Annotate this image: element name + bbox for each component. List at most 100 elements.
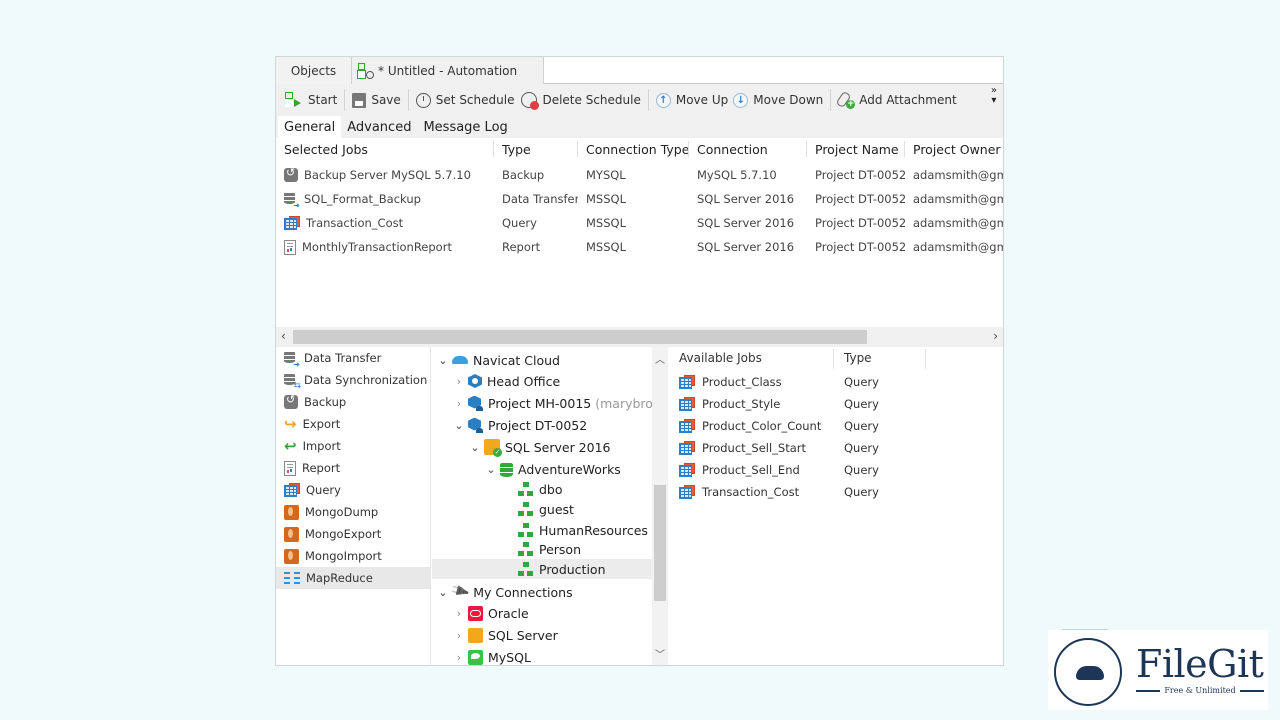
sql-server-connected-icon xyxy=(484,439,502,457)
job-picker: Data Transfer Data Synchronization Backu… xyxy=(276,347,1003,665)
save-button[interactable]: Save xyxy=(347,86,405,114)
table-row[interactable]: MonthlyTransactionReport Report MSSQL SQ… xyxy=(276,235,1003,259)
subtab-advanced[interactable]: Advanced xyxy=(341,117,417,138)
scroll-left-icon[interactable]: ‹ xyxy=(281,329,286,343)
mongoimport-icon xyxy=(284,548,299,564)
import-icon: ↩ xyxy=(284,437,297,455)
chevron-right-icon[interactable]: › xyxy=(452,651,466,664)
toolbar-separator xyxy=(830,89,832,111)
chevron-right-icon[interactable]: › xyxy=(452,629,466,642)
subtab-message-log[interactable]: Message Log xyxy=(417,117,513,138)
job-type-import[interactable]: ↩ Import xyxy=(276,435,430,457)
start-button[interactable]: Start xyxy=(280,86,342,114)
table-row[interactable]: Backup Server MySQL 5.7.10 Backup MYSQL … xyxy=(276,163,1003,187)
delete-schedule-button[interactable]: Delete Schedule xyxy=(519,86,645,114)
tree-node-schema-selected[interactable]: Production xyxy=(432,559,652,579)
list-item[interactable]: Product_Sell_Start Query xyxy=(669,437,879,459)
table-row[interactable]: Transaction_Cost Query MSSQL SQL Server … xyxy=(276,211,1003,235)
chevron-down-icon[interactable]: ⌄ xyxy=(452,419,466,432)
tree-node-schema[interactable]: Person xyxy=(516,539,581,559)
column-header-selected-jobs[interactable]: Selected Jobs xyxy=(276,138,494,160)
move-down-button[interactable]: ↓ Move Down xyxy=(733,86,828,114)
horizontal-scrollbar[interactable]: ‹ › xyxy=(276,327,1003,347)
chevron-down-icon[interactable]: ⌄ xyxy=(468,441,482,454)
scrollbar-thumb[interactable] xyxy=(293,330,867,344)
tree-node-project-dt-0052[interactable]: ⌄ Project DT-0052 xyxy=(452,415,587,435)
list-item[interactable]: Product_Color_Count Query xyxy=(669,415,879,437)
project-icon xyxy=(468,418,483,433)
toolbar-overflow-button[interactable]: » ▾ xyxy=(991,86,997,106)
scrollbar-thumb[interactable] xyxy=(654,485,666,601)
tree-node-schema[interactable]: guest xyxy=(516,499,574,519)
job-type-list: Data Transfer Data Synchronization Backu… xyxy=(276,347,431,665)
tree-node-head-office[interactable]: › Head Office xyxy=(452,371,560,391)
job-type-mapreduce[interactable]: MapReduce xyxy=(276,567,430,589)
query-icon xyxy=(679,463,695,477)
tree-node-sql-server[interactable]: › SQL Server xyxy=(452,625,558,645)
chevron-right-icon[interactable]: › xyxy=(452,397,466,410)
sql-server-icon xyxy=(468,627,483,643)
job-type-mongoexport[interactable]: MongoExport xyxy=(276,523,430,545)
chevron-right-icon[interactable]: › xyxy=(452,607,466,620)
job-type-mongodump[interactable]: MongoDump xyxy=(276,501,430,523)
backup-icon xyxy=(284,168,298,182)
tree-node-project-mh-0015[interactable]: ›Project MH-0015(marybrow xyxy=(452,393,652,413)
delete-schedule-icon xyxy=(521,92,540,110)
clock-icon xyxy=(415,92,431,108)
report-icon xyxy=(284,239,296,255)
tree-node-schema[interactable]: HumanResources xyxy=(516,520,648,540)
tree-node-navicat-cloud[interactable]: ⌄ Navicat Cloud xyxy=(436,350,560,370)
column-header-type[interactable]: Type xyxy=(494,138,578,160)
column-header-project-name[interactable]: Project Name xyxy=(807,138,905,160)
connection-tree: ⌄ Navicat Cloud › Head Office › Project MH-… xyxy=(432,347,652,665)
table-header: Available Jobs Type xyxy=(669,347,926,369)
job-type-query[interactable]: Query xyxy=(276,479,430,501)
job-type-backup[interactable]: Backup xyxy=(276,391,430,413)
tree-node-mysql[interactable]: › MySQL xyxy=(452,647,531,665)
tree-node-my-connections[interactable]: ⌄ 🔌 My Connections xyxy=(436,581,572,602)
scroll-up-icon[interactable]: ︿ xyxy=(655,351,665,366)
column-header-available-jobs[interactable]: Available Jobs xyxy=(669,347,834,369)
filegit-watermark: FileGit Free & Unlimited xyxy=(1048,630,1268,710)
column-header-project-owner[interactable]: Project Owner N xyxy=(905,138,1003,160)
job-type-data-transfer[interactable]: Data Transfer xyxy=(276,347,430,369)
mongoexport-icon xyxy=(284,526,299,542)
available-jobs-table: Available Jobs Type Product_Class Query P… xyxy=(669,347,1003,665)
scroll-down-icon[interactable]: ﹀ xyxy=(655,646,665,661)
list-item[interactable]: Transaction_Cost Query xyxy=(669,481,879,503)
job-type-data-synchronization[interactable]: Data Synchronization xyxy=(276,369,430,391)
watermark-brand: FileGit xyxy=(1136,642,1264,686)
add-attachment-button[interactable]: Add Attachment xyxy=(833,86,961,114)
list-item[interactable]: Product_Class Query xyxy=(669,371,879,393)
set-schedule-button[interactable]: Set Schedule xyxy=(411,86,520,114)
tree-node-sql-server-2016[interactable]: ⌄SQL Server 2016 xyxy=(468,437,611,457)
toolbar: Start Save Set Schedule Delete Schedule … xyxy=(276,84,1003,116)
job-type-mongoimport[interactable]: MongoImport xyxy=(276,545,430,567)
chevron-right-icon[interactable]: › xyxy=(452,375,466,388)
list-item[interactable]: Product_Style Query xyxy=(669,393,879,415)
tree-node-schema[interactable]: dbo xyxy=(516,479,563,499)
chevron-down-icon[interactable]: ⌄ xyxy=(484,463,498,476)
job-type-export[interactable]: ↪ Export xyxy=(276,413,430,435)
subtab-general[interactable]: General xyxy=(278,116,342,138)
query-icon xyxy=(679,375,695,389)
scroll-right-icon[interactable]: › xyxy=(993,329,998,343)
column-header-type[interactable]: Type xyxy=(834,347,926,369)
tab-automation[interactable]: * Untitled - Automation xyxy=(352,57,544,85)
list-item[interactable]: Product_Sell_End Query xyxy=(669,459,879,481)
column-header-connection-type[interactable]: Connection Type xyxy=(578,138,689,160)
chevron-down-icon[interactable]: ⌄ xyxy=(436,586,450,599)
tree-node-oracle[interactable]: › Oracle xyxy=(452,603,529,623)
table-row[interactable]: SQL_Format_Backup Data Transfer MSSQL SQ… xyxy=(276,187,1003,211)
chevron-down-icon[interactable]: ⌄ xyxy=(436,354,450,367)
move-up-button[interactable]: ↑ Move Up xyxy=(651,86,733,114)
start-icon xyxy=(285,92,303,108)
column-header-connection[interactable]: Connection xyxy=(689,138,807,160)
job-type-report[interactable]: Report xyxy=(276,457,430,479)
table-header: Selected Jobs Type Connection Type Conne… xyxy=(276,138,1003,160)
mapreduce-icon xyxy=(284,571,300,585)
oracle-icon xyxy=(468,605,483,621)
tab-objects[interactable]: Objects xyxy=(276,57,352,84)
tree-vertical-scrollbar[interactable]: ︿ ﹀ xyxy=(652,347,668,665)
tree-node-adventureworks[interactable]: ⌄ AdventureWorks xyxy=(484,459,621,479)
